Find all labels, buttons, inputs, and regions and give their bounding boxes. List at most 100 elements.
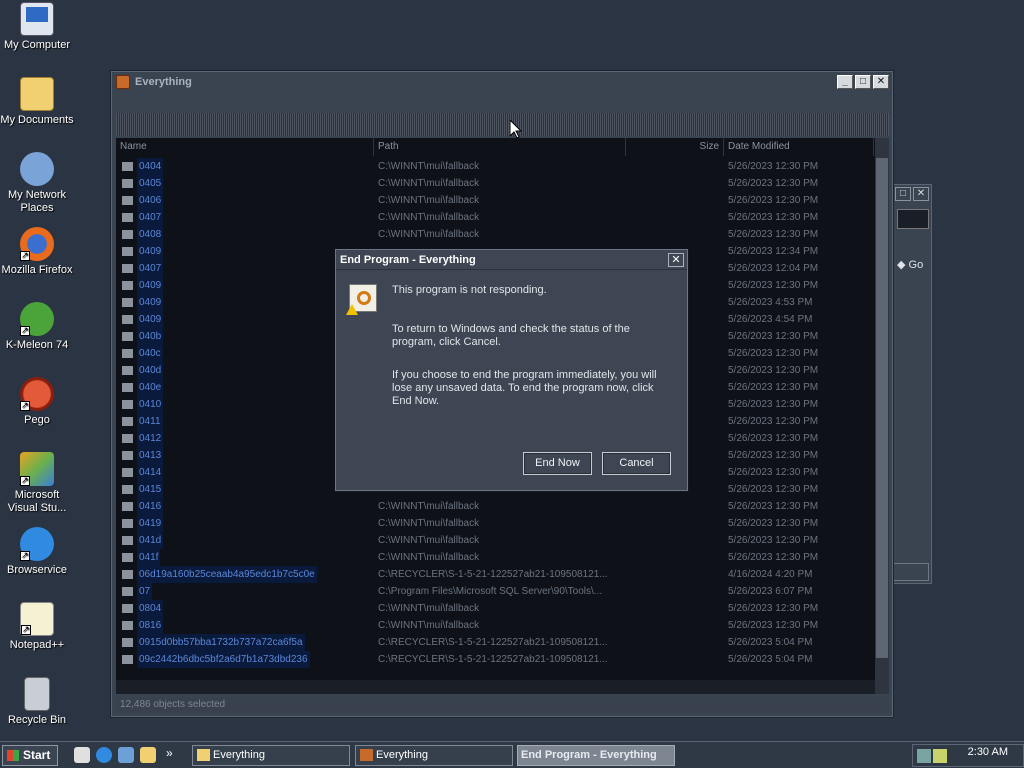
row-path: C:\Program Files\Microsoft SQL Server\90… [378, 586, 603, 597]
table-row[interactable]: 0419 C:\WINNT\mui\fallback 5/26/2023 12:30… [116, 515, 876, 532]
table-row[interactable]: 0406 C:\WINNT\mui\fallback 5/26/2023 12:30… [116, 192, 876, 209]
table-row[interactable]: 0416 C:\WINNT\mui\fallback 5/26/2023 12:30… [116, 498, 876, 515]
row-name: 0409 [137, 311, 164, 328]
clock[interactable]: 2:30 AM [968, 746, 1008, 758]
go-button[interactable]: ◆ Go [895, 255, 931, 275]
desktop-icon-browservice[interactable]: Browservice [0, 527, 74, 577]
folder-icon [20, 77, 54, 111]
folder-icon [122, 417, 133, 426]
folder-icon [122, 213, 133, 222]
desktop-icon-recycle-bin[interactable]: Recycle Bin [0, 677, 74, 727]
row-date: 5/26/2023 5:04 PM [728, 654, 813, 665]
table-row[interactable]: 09c2442b6dbc5bf2a6d7b1a73dbd236 C:\RECYCL… [116, 651, 876, 668]
folder-icon [122, 179, 133, 188]
vertical-scrollbar[interactable] [875, 138, 889, 694]
table-row[interactable]: 0915d0bb57bba1732b737a72ca6f5a C:\RECYCLE… [116, 634, 876, 651]
title-bar[interactable]: Everything _ □ ✕ [112, 72, 892, 92]
task-everything-app[interactable]: Everything [355, 745, 513, 766]
maximize-button[interactable]: □ [855, 75, 871, 89]
table-row[interactable]: 041f C:\WINNT\mui\fallback 5/26/2023 12:30… [116, 549, 876, 566]
desktop-icon-firefox[interactable]: Mozilla Firefox [0, 227, 74, 277]
table-row[interactable]: 0405 C:\WINNT\mui\fallback 5/26/2023 12:30… [116, 175, 876, 192]
folder-icon [122, 553, 133, 562]
end-program-dialog[interactable]: End Program - Everything ✕ This program … [335, 249, 688, 491]
folder-icon [122, 451, 133, 460]
background-window[interactable]: □ ✕ ◆ Go [892, 184, 932, 584]
folder-icon [122, 570, 133, 579]
table-row[interactable]: 0816 C:\WINNT\mui\fallback 5/26/2023 12:30… [116, 617, 876, 634]
folder-icon [122, 247, 133, 256]
scroll-thumb[interactable] [876, 158, 888, 658]
folder-icon [122, 519, 133, 528]
row-date: 5/26/2023 12:30 PM [728, 552, 819, 563]
row-date: 5/26/2023 12:30 PM [728, 212, 819, 223]
horizontal-scrollbar[interactable] [116, 680, 875, 694]
cancel-button[interactable]: Cancel [602, 452, 671, 475]
resize-grip[interactable] [893, 563, 929, 581]
row-date: 5/26/2023 12:30 PM [728, 484, 819, 495]
windows-flag-icon [7, 750, 19, 761]
restore-button[interactable]: □ [895, 187, 911, 201]
close-button[interactable]: ✕ [913, 187, 929, 201]
desktop-icon-visual-studio[interactable]: Microsoft Visual Stu... [0, 452, 74, 515]
outlook-icon[interactable] [118, 747, 134, 763]
row-name: 0409 [137, 294, 164, 311]
row-date: 5/26/2023 12:30 PM [728, 467, 819, 478]
row-name: 0816 [137, 617, 164, 634]
desktop-icon-kmeleon[interactable]: K-Meleon 74 [0, 302, 74, 352]
task-everything-folder[interactable]: Everything [192, 745, 350, 766]
search-input[interactable] [116, 113, 889, 136]
row-name: 040b [137, 328, 164, 345]
row-path: C:\WINNT\mui\fallback [378, 620, 480, 631]
tray-app-icon[interactable] [933, 749, 947, 763]
desktop-icon-label: K-Meleon 74 [5, 339, 69, 351]
dialog-title-bar[interactable]: End Program - Everything ✕ [336, 250, 687, 270]
folder-icon [122, 502, 133, 511]
table-row[interactable]: 0407 C:\WINNT\mui\fallback 5/26/2023 12:30… [116, 209, 876, 226]
desktop-icon-my-documents[interactable]: My Documents [0, 77, 74, 127]
firefox-icon [20, 227, 54, 262]
desktop-icon-network-places[interactable]: My Network Places [0, 152, 74, 215]
ie-icon[interactable] [96, 747, 112, 763]
explorer-icon[interactable] [140, 747, 156, 763]
table-row[interactable]: 041d C:\WINNT\mui\fallback 5/26/2023 12:30… [116, 532, 876, 549]
column-header-path[interactable]: Path [374, 138, 626, 156]
task-end-program[interactable]: End Program - Everything [517, 745, 675, 766]
network-tray-icon[interactable] [917, 749, 931, 763]
notepad-icon [20, 602, 54, 636]
row-date: 5/26/2023 12:30 PM [728, 603, 819, 614]
desktop-icon-notepadpp[interactable]: Notepad++ [0, 602, 74, 652]
desktop-icon-pego[interactable]: Pego [0, 377, 74, 427]
row-date: 5/26/2023 12:30 PM [728, 535, 819, 546]
row-date: 4/16/2024 4:20 PM [728, 569, 813, 580]
desktop-icon-my-computer[interactable]: My Computer [0, 2, 74, 52]
table-row[interactable]: 0404 C:\WINNT\mui\fallback 5/26/2023 12:30… [116, 158, 876, 175]
window-title: Everything [135, 76, 192, 88]
show-desktop-icon[interactable] [74, 747, 90, 763]
close-button[interactable]: ✕ [873, 75, 889, 89]
folder-icon [122, 366, 133, 375]
folder-icon [122, 332, 133, 341]
row-name: 0414 [137, 464, 164, 481]
folder-icon [197, 749, 210, 761]
column-header-name[interactable]: Name [116, 138, 374, 156]
kmeleon-icon [20, 302, 54, 337]
quick-launch-overflow[interactable]: » [166, 746, 173, 760]
table-row[interactable]: 0408 C:\WINNT\mui\fallback 5/26/2023 12:30… [116, 226, 876, 243]
folder-icon [122, 162, 133, 171]
table-row[interactable]: 06d19a160b25ceaab4a95edc1b7c5c0e C:\RECYC… [116, 566, 876, 583]
end-now-button[interactable]: End Now [523, 452, 592, 475]
row-name: 0404 [137, 158, 164, 175]
row-path: C:\RECYCLER\S-1-5-21-122527ab21-10950812… [378, 654, 608, 665]
row-date: 5/26/2023 12:30 PM [728, 229, 819, 240]
column-header-date[interactable]: Date Modified [724, 138, 874, 156]
minimize-button[interactable]: _ [837, 75, 853, 89]
column-header-size[interactable]: Size [626, 138, 724, 156]
table-row[interactable]: 0804 C:\WINNT\mui\fallback 5/26/2023 12:30… [116, 600, 876, 617]
dialog-close-button[interactable]: ✕ [668, 252, 684, 267]
table-row[interactable]: 07 C:\Program Files\Microsoft SQL Server\… [116, 583, 876, 600]
start-button[interactable]: Start [2, 745, 58, 766]
desktop-icon-label: Pego [24, 414, 50, 426]
row-name: 0804 [137, 600, 164, 617]
start-label: Start [23, 748, 51, 762]
